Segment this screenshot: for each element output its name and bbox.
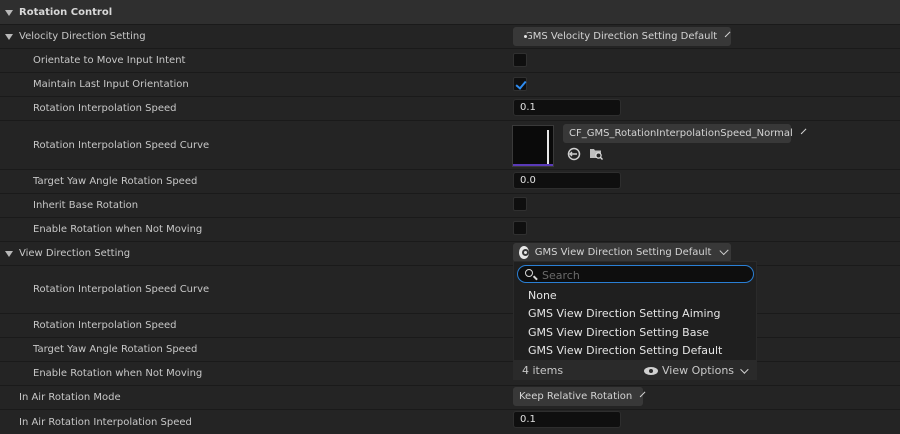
inherit-base-checkbox[interactable] <box>513 197 527 211</box>
curve-line <box>547 130 549 164</box>
triangle-down-icon[interactable] <box>5 33 13 40</box>
row-rotation-interpolation-speed: Rotation Interpolation Speed <box>0 97 900 120</box>
property-label: Rotation Interpolation Speed Curve <box>33 284 210 295</box>
row-enable-rotation-when-not-moving: Enable Rotation when Not Moving <box>0 218 900 241</box>
gear-icon <box>519 246 529 259</box>
dropdown-item-default[interactable]: GMS View Direction Setting Default <box>528 344 722 357</box>
triangle-down-icon[interactable] <box>5 10 13 16</box>
row-orientate-to-move-input-intent: Orientate to Move Input Intent <box>0 49 900 72</box>
eye-icon <box>644 366 658 375</box>
triangle-down-icon[interactable] <box>5 250 13 257</box>
chevron-down-icon <box>740 364 749 374</box>
search-icon <box>525 269 533 277</box>
velocity-direction-combo[interactable]: GMS Velocity Direction Setting Default <box>513 27 731 46</box>
row-view-rotation-interpolation-speed-curve: Rotation Interpolation Speed Curve <box>0 266 900 313</box>
view-direction-combo[interactable]: GMS View Direction Setting Default <box>513 243 731 262</box>
combo-value: GMS View Direction Setting Default <box>534 247 712 258</box>
row-view-direction-setting: View Direction Setting <box>0 242 900 265</box>
chevron-down-icon <box>719 245 729 255</box>
maintain-checkbox[interactable] <box>513 77 527 91</box>
row-view-enable-rotation-when-not-moving: Enable Rotation when Not Moving <box>0 362 900 385</box>
property-label: Target Yaw Angle Rotation Speed <box>33 344 198 355</box>
property-label: In Air Rotation Interpolation Speed <box>19 416 192 428</box>
row-inherit-base-rotation: Inherit Base Rotation <box>0 194 900 217</box>
in-air-interp-speed-input[interactable]: 0.1 <box>513 411 621 428</box>
row-velocity-direction-setting: Velocity Direction Setting <box>0 25 900 48</box>
arrow-left-circle-icon[interactable] <box>567 147 581 161</box>
dropdown-footer: 4 items View Options <box>514 360 756 380</box>
curve-thumbnail[interactable] <box>512 125 554 167</box>
property-label: Enable Rotation when Not Moving <box>33 224 203 235</box>
property-label: Velocity Direction Setting <box>19 31 146 42</box>
combo-value: Keep Relative Rotation <box>519 391 633 402</box>
enable-rotation-checkbox[interactable] <box>513 221 527 235</box>
row-maintain-last-input-orientation: Maintain Last Input Orientation <box>0 73 900 96</box>
property-label: Rotation Interpolation Speed <box>33 103 177 114</box>
row-in-air-rotation-interpolation-speed: In Air Rotation Interpolation Speed <box>0 410 900 434</box>
search-placeholder: Search <box>542 269 580 282</box>
interp-speed-input[interactable]: 0.1 <box>513 99 621 116</box>
property-label: In Air Rotation Mode <box>19 392 121 403</box>
dropdown-item-aiming[interactable]: GMS View Direction Setting Aiming <box>528 307 720 320</box>
item-count: 4 items <box>522 364 564 377</box>
dropdown-item-none[interactable]: None <box>528 289 557 302</box>
row-view-target-yaw-angle-rotation-speed: Target Yaw Angle Rotation Speed <box>0 338 900 361</box>
dropdown-item-base[interactable]: GMS View Direction Setting Base <box>528 326 709 339</box>
view-direction-dropdown: Search None GMS View Direction Setting A… <box>513 261 757 380</box>
view-options-label: View Options <box>662 364 735 377</box>
row-target-yaw-angle-rotation-speed: Target Yaw Angle Rotation Speed <box>0 170 900 193</box>
row-view-rotation-interpolation-speed: Rotation Interpolation Speed <box>0 314 900 337</box>
in-air-rotation-mode-combo[interactable]: Keep Relative Rotation <box>513 387 646 406</box>
property-label: Orientate to Move Input Intent <box>33 55 186 66</box>
property-label: Inherit Base Rotation <box>33 200 139 211</box>
property-label: Target Yaw Angle Rotation Speed <box>33 176 198 187</box>
property-label: Rotation Interpolation Speed <box>33 320 177 331</box>
property-label: Enable Rotation when Not Moving <box>33 368 203 379</box>
orientate-checkbox[interactable] <box>513 53 527 67</box>
chevron-down-icon <box>724 31 731 38</box>
property-label: View Direction Setting <box>19 248 131 259</box>
curve-asset-combo[interactable]: CF_GMS_RotationInterpolationSpeed_Normal <box>563 124 807 143</box>
combo-value: CF_GMS_RotationInterpolationSpeed_Normal <box>569 128 793 139</box>
dropdown-search-input[interactable]: Search <box>517 265 754 283</box>
combo-value: GMS Velocity Direction Setting Default <box>525 31 718 42</box>
category-header-rotation-control[interactable]: Rotation Control <box>0 0 900 24</box>
property-label: Maintain Last Input Orientation <box>33 79 189 90</box>
property-label: Rotation Interpolation Speed Curve <box>33 139 210 151</box>
view-options-button[interactable]: View Options <box>644 364 749 377</box>
curve-underline <box>513 164 553 166</box>
folder-search-icon[interactable] <box>589 146 603 160</box>
target-yaw-input[interactable]: 0.0 <box>513 172 621 189</box>
details-panel: Rotation Control Velocity Direction Sett… <box>0 0 900 434</box>
row-in-air-rotation-mode: In Air Rotation Mode <box>0 386 900 409</box>
category-title: Rotation Control <box>19 7 113 18</box>
